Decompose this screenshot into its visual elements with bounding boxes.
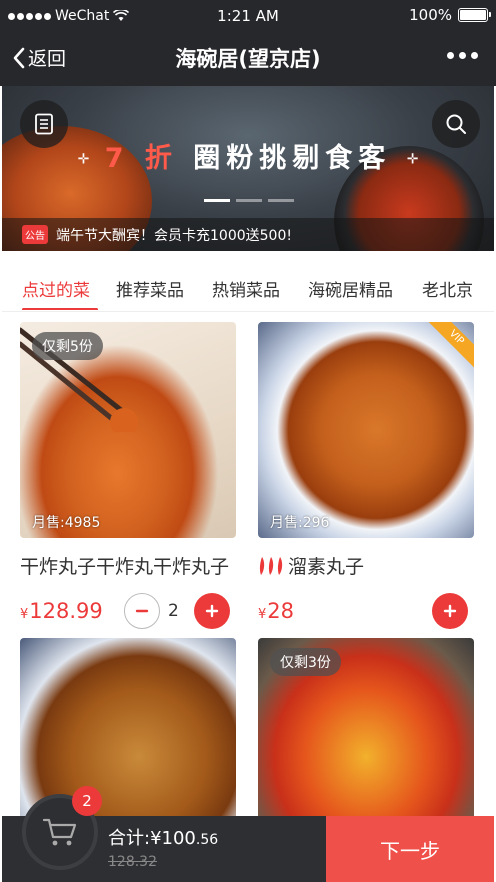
cart-bar: 2 合计:¥100.56 128.32 下一步	[2, 786, 494, 882]
category-tabs: 点过的菜 推荐菜品 热销菜品 海碗居精品 老北京	[2, 262, 494, 310]
dish-photo[interactable]: VIP 月售:296	[258, 322, 474, 538]
divider	[2, 311, 494, 312]
dish-name-text: 溜素丸子	[288, 556, 365, 578]
dish-card[interactable]: VIP 月售:296 溜素丸子 ¥28	[258, 322, 474, 631]
promo-headline: ✛ 7 折 圈粉挑剔食客 ✛	[2, 136, 494, 175]
page-title: 海碗居(望京店)	[175, 47, 321, 71]
minus-icon	[135, 609, 149, 613]
dish-price: ¥28	[258, 599, 294, 623]
tab-signature[interactable]: 海碗居精品	[308, 276, 393, 301]
chili-icon	[258, 556, 284, 576]
total-cents: .56	[195, 832, 219, 848]
promo-discount: 7 折	[104, 143, 178, 174]
price-row: ¥128.99 2	[20, 593, 236, 631]
quantity-value: 2	[168, 601, 179, 621]
increase-quantity-button[interactable]	[194, 593, 230, 629]
search-icon	[446, 114, 466, 134]
dish-name: 干炸丸子干炸丸干炸丸子	[20, 552, 236, 579]
notice-tag: 公告	[22, 225, 48, 244]
original-price: 128.32	[108, 854, 157, 870]
dish-price: ¥128.99	[20, 599, 103, 623]
cart-count-badge: 2	[72, 786, 102, 816]
tab-hot[interactable]: 热销菜品	[212, 276, 280, 301]
battery-percent: 100%	[409, 6, 452, 24]
price-value: 28	[267, 599, 295, 623]
dish-name-text: 干炸丸子干炸丸干炸丸子	[20, 556, 230, 578]
dish-name: 溜素丸子	[258, 552, 474, 579]
tab-underline	[22, 308, 98, 310]
dish-photo[interactable]: 仅剩5份 月售:4985	[20, 322, 236, 538]
plus-icon	[205, 604, 219, 618]
currency-symbol: ¥	[20, 607, 29, 622]
notice-text: 端午节大酬宾！会员卡充1000送500!	[56, 227, 292, 244]
tab-ordered[interactable]: 点过的菜	[22, 276, 90, 301]
vip-ribbon: VIP	[422, 322, 474, 372]
increase-quantity-button[interactable]	[432, 593, 468, 629]
document-icon	[35, 113, 53, 135]
total-amount: 合计:¥100	[108, 828, 196, 849]
price-row: ¥28	[258, 593, 474, 631]
next-step-button[interactable]: 下一步	[326, 816, 494, 882]
sparkle-icon: ✛	[77, 151, 90, 168]
top-bar: WeChat 1:21 AM 100% 返回 海碗居(望京店)	[0, 0, 496, 86]
battery-area: 100%	[409, 6, 491, 24]
price-value: 128.99	[29, 599, 103, 623]
stock-badge: 仅剩3份	[270, 648, 341, 676]
promo-text: 圈粉挑剔食客	[193, 143, 392, 174]
battery-icon	[458, 8, 491, 22]
status-bar: WeChat 1:21 AM 100%	[0, 0, 496, 32]
carousel-indicator	[204, 199, 294, 202]
promo-banner[interactable]: ✛ 7 折 圈粉挑剔食客 ✛ 公告 端午节大酬宾！会员卡充1000送500!	[2, 86, 494, 251]
currency-symbol: ¥	[258, 607, 267, 622]
tab-recommended[interactable]: 推荐菜品	[116, 276, 184, 301]
sparkle-icon: ✛	[406, 151, 419, 168]
monthly-sales: 月售:4985	[32, 515, 101, 531]
decrease-quantity-button[interactable]	[124, 593, 160, 629]
more-button[interactable]	[447, 52, 478, 59]
notice-bar[interactable]: 公告 端午节大酬宾！会员卡充1000送500!	[2, 218, 494, 251]
plus-icon	[443, 604, 457, 618]
dish-card[interactable]: 仅剩5份 月售:4985 干炸丸子干炸丸干炸丸子 ¥128.99 2	[20, 322, 236, 631]
cart-total: 合计:¥100.56	[108, 824, 218, 850]
tab-beijing[interactable]: 老北京	[422, 276, 473, 301]
cart-icon	[42, 818, 77, 846]
nav-bar: 返回 海碗居(望京店)	[0, 32, 496, 86]
stock-badge: 仅剩5份	[32, 332, 103, 360]
monthly-sales: 月售:296	[270, 515, 330, 531]
